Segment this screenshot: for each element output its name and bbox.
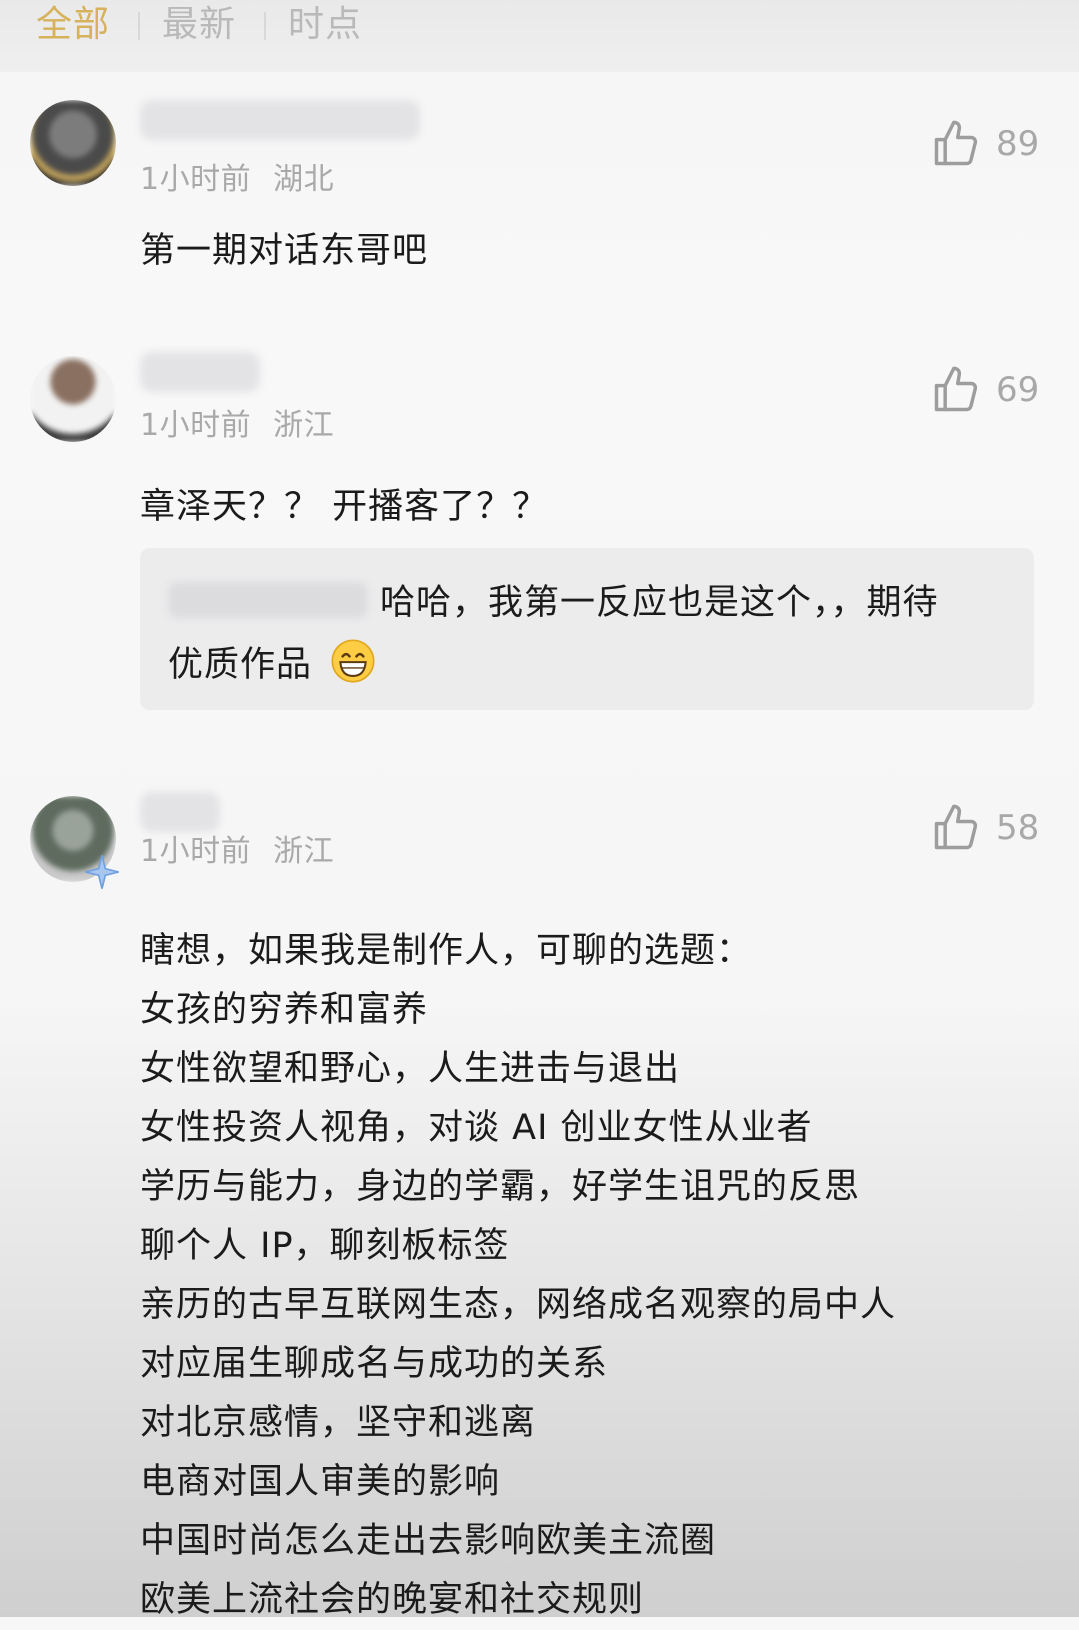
comment-meta: 1小时前 浙江 — [140, 400, 334, 444]
comment-line: 瞎想，如果我是制作人，可聊的选题： — [140, 931, 753, 971]
comment-tab-bar: 全部 最新 时点 — [0, 0, 1079, 72]
reply-text-line-2-label: 优质作品 — [168, 645, 313, 685]
comment-location: 湖北 — [273, 162, 335, 197]
comment-location: 浙江 — [273, 834, 335, 869]
thumbs-up-icon — [934, 120, 978, 166]
username-blurred[interactable] — [140, 100, 420, 140]
comment-line: 学历与能力，身边的学霸，好学生诅咒的反思 — [140, 1167, 861, 1207]
tab-hot[interactable]: 时点 — [288, 2, 362, 48]
thumbs-up-icon — [934, 804, 978, 850]
reply-text-line-1: 哈哈，我第一反应也是这个，，期待 — [380, 583, 939, 623]
like-button[interactable]: 89 — [930, 116, 1050, 172]
comment-line: 女孩的穷养和富养 — [140, 990, 429, 1030]
comment-line: 女性投资人视角，对谈 AI 创业女性从业者 — [140, 1108, 813, 1148]
comment-line: 对北京感情，坚守和逃离 — [140, 1403, 537, 1443]
like-button[interactable]: 58 — [930, 800, 1050, 856]
grin-emoji-icon — [331, 639, 375, 683]
like-button[interactable]: 69 — [930, 362, 1050, 418]
reply-username-blurred[interactable] — [168, 582, 368, 618]
comment-line: 女性欲望和野心，人生进击与退出 — [140, 1049, 681, 1089]
reply-preview[interactable]: 哈哈，我第一反应也是这个，，期待 优质作品 — [140, 548, 1034, 710]
thumbs-up-icon — [934, 366, 978, 412]
comment-time: 1小时前 — [140, 834, 252, 869]
like-count: 69 — [996, 370, 1040, 410]
comment-meta: 1小时前 浙江 — [140, 826, 334, 870]
sparkle-icon — [85, 855, 119, 889]
username-blurred[interactable] — [140, 352, 260, 392]
comment-line: 对应届生聊成名与成功的关系 — [140, 1344, 609, 1384]
comment-time: 1小时前 — [140, 408, 252, 443]
tab-latest[interactable]: 最新 — [162, 2, 236, 48]
tab-divider — [138, 12, 140, 40]
comment-text: 第一期对话东哥吧 — [140, 231, 429, 271]
comment-location: 浙江 — [273, 408, 335, 443]
tab-divider — [264, 12, 266, 40]
avatar[interactable] — [30, 356, 116, 442]
like-count: 58 — [996, 808, 1040, 848]
comment-line: 聊个人 IP，聊刻板标签 — [140, 1226, 510, 1266]
comment-time: 1小时前 — [140, 162, 252, 197]
comment-line: 欧美上流社会的晚宴和社交规则 — [140, 1580, 645, 1620]
reply-text-line-2: 优质作品 — [168, 636, 376, 694]
comment-meta: 1小时前 湖北 — [140, 154, 334, 198]
comment-line: 电商对国人审美的影响 — [140, 1462, 501, 1502]
comment-line: 中国时尚怎么走出去影响欧美主流圈 — [140, 1521, 717, 1561]
comment-text: 章泽天？？ 开播客了？？ — [140, 487, 549, 527]
tab-all[interactable]: 全部 — [36, 2, 110, 48]
comment-text-multiline: 瞎想，如果我是制作人，可聊的选题： 女孩的穷养和富养 女性欲望和野心，人生进击与… — [140, 922, 896, 1630]
avatar[interactable] — [30, 100, 116, 186]
like-count: 89 — [996, 124, 1040, 164]
comment-line: 亲历的古早互联网生态，网络成名观察的局中人 — [140, 1285, 897, 1325]
